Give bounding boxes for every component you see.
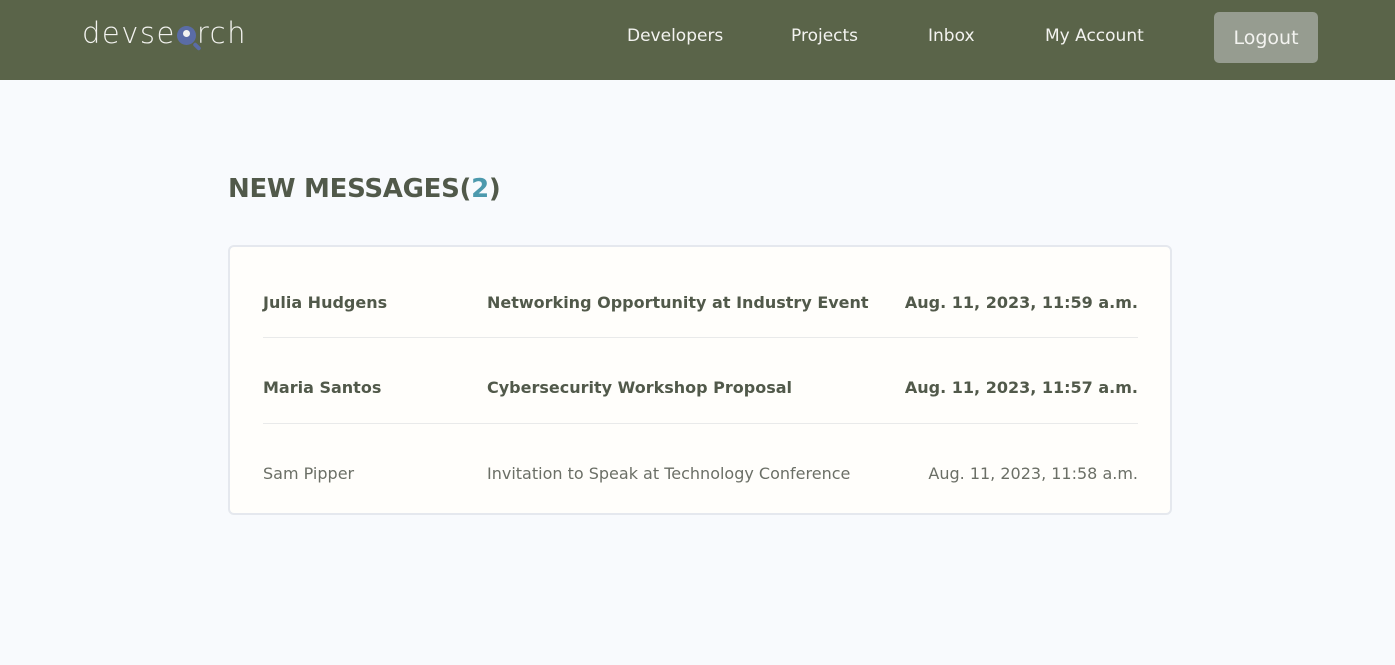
nav-developers[interactable]: Developers xyxy=(627,26,723,46)
title-open-paren: ( xyxy=(459,174,472,204)
nav-my-account[interactable]: My Account xyxy=(1045,26,1144,46)
row-divider xyxy=(263,423,1138,424)
message-date: Aug. 11, 2023, 11:59 a.m. xyxy=(904,293,1138,312)
message-subject[interactable]: Networking Opportunity at Industry Event xyxy=(487,293,869,312)
page-title: NEW MESSAGES(2) xyxy=(228,174,501,204)
unread-count: 2 xyxy=(471,174,489,204)
title-close-paren: ) xyxy=(488,174,501,204)
logo-text-prefix: devse xyxy=(82,16,176,50)
message-row[interactable]: Maria Santos Cybersecurity Workshop Prop… xyxy=(263,340,1138,425)
message-date: Aug. 11, 2023, 11:58 a.m. xyxy=(928,464,1138,483)
logo-text-suffix: rch xyxy=(196,16,247,50)
message-sender: Sam Pipper xyxy=(263,464,355,483)
message-date: Aug. 11, 2023, 11:57 a.m. xyxy=(904,378,1138,397)
page-title-text: NEW MESSAGES xyxy=(228,174,460,204)
message-subject[interactable]: Cybersecurity Workshop Proposal xyxy=(487,378,792,397)
message-row[interactable]: Sam Pipper Invitation to Speak at Techno… xyxy=(263,426,1138,511)
top-navbar: devse rch Developers Projects Inbox My Ac… xyxy=(0,0,1395,80)
message-list: Julia Hudgens Networking Opportunity at … xyxy=(228,245,1172,515)
devsearch-logo[interactable]: devse rch xyxy=(82,16,247,50)
nav-inbox[interactable]: Inbox xyxy=(928,26,975,46)
message-row[interactable]: Julia Hudgens Networking Opportunity at … xyxy=(263,255,1138,340)
message-sender: Julia Hudgens xyxy=(263,293,388,312)
logout-button[interactable]: Logout xyxy=(1214,12,1318,63)
message-sender: Maria Santos xyxy=(263,378,382,397)
nav-projects[interactable]: Projects xyxy=(791,26,858,46)
row-divider xyxy=(263,337,1138,338)
message-subject[interactable]: Invitation to Speak at Technology Confer… xyxy=(487,464,850,483)
magnifier-person-icon xyxy=(176,25,196,45)
